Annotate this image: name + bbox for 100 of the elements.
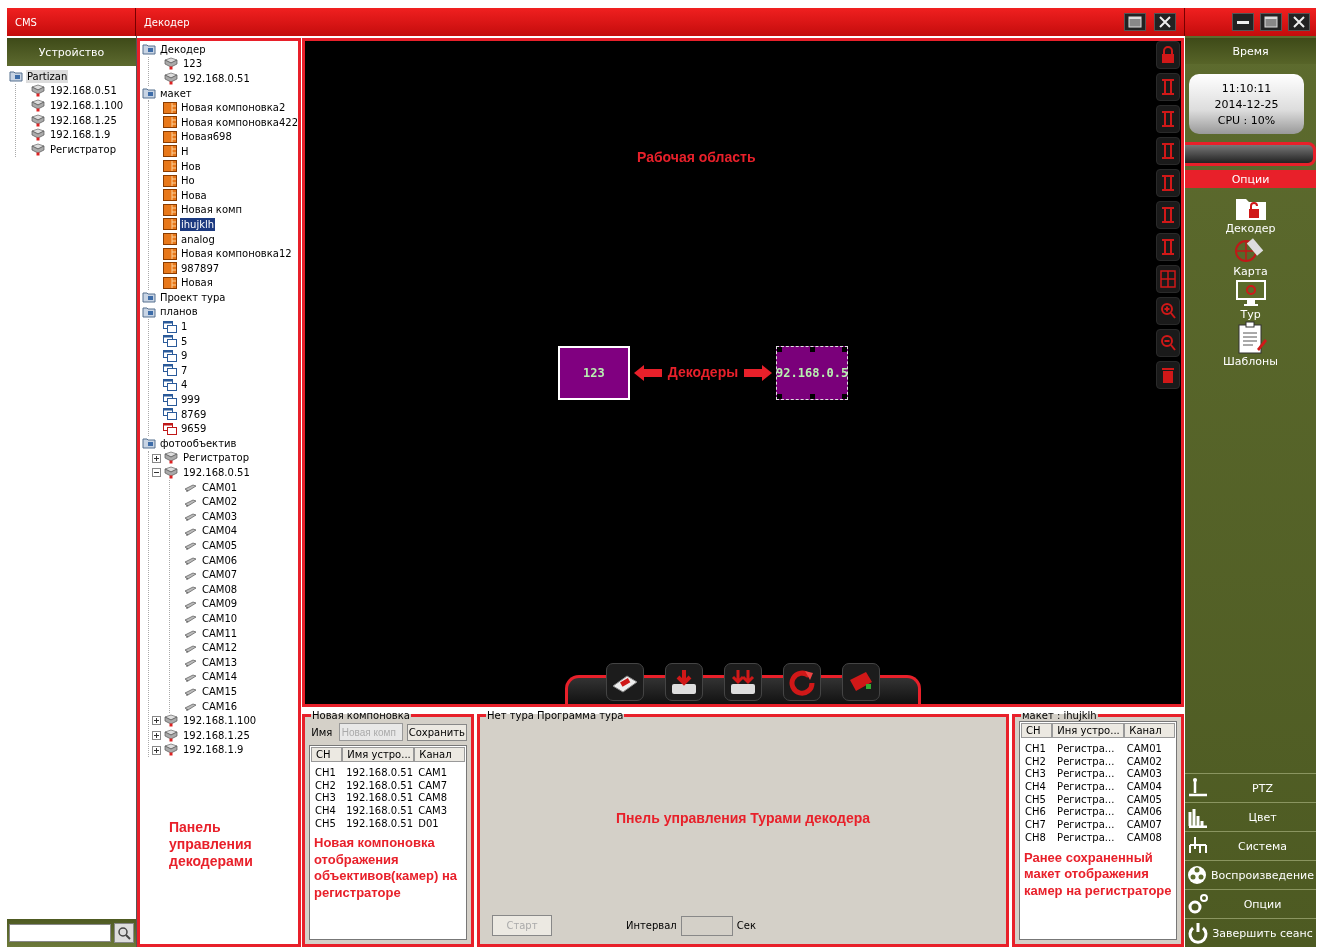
tree-item[interactable]: Регистратор	[49, 142, 118, 156]
tree-item[interactable]: 8769	[180, 407, 208, 421]
tree-item[interactable]: Новая698	[180, 130, 233, 144]
workspace-canvas[interactable]: Рабочая область 123 Декодеры 92.168.0.5	[302, 38, 1185, 707]
option-button[interactable]: Карта	[1232, 235, 1269, 278]
tree-item[interactable]: CAM07	[201, 568, 239, 582]
tree-item[interactable]: фотообъектив	[159, 436, 238, 450]
expand-icon[interactable]	[152, 730, 161, 740]
tree-item[interactable]: 9659	[180, 422, 208, 436]
save-button[interactable]: Сохранить	[406, 723, 467, 741]
tree-item[interactable]: Регистратор	[182, 451, 251, 465]
column-header[interactable]: Канал	[1124, 723, 1176, 738]
zoom-in-icon[interactable]	[1156, 297, 1181, 325]
decoder-tile[interactable]: 123	[557, 345, 630, 400]
double-download-icon[interactable]	[724, 663, 762, 701]
tree-item[interactable]: Partizan	[26, 69, 69, 83]
tree-item[interactable]: 192.168.0.51	[182, 466, 251, 479]
tree-item[interactable]: 123	[182, 57, 204, 71]
refresh-icon[interactable]	[783, 663, 821, 701]
name-field[interactable]: Новая комп	[338, 723, 403, 741]
tree-item[interactable]: CAM08	[201, 582, 239, 596]
tree-item[interactable]: 192.168.1.9	[182, 743, 245, 757]
tree-item[interactable]: 192.168.1.100	[49, 99, 125, 112]
tree-item[interactable]: CAM12	[201, 641, 239, 655]
tree-item[interactable]: Новая компоновка422	[180, 115, 300, 129]
menu-item[interactable]: PTZ	[1185, 773, 1316, 802]
tree-item[interactable]: 999	[180, 393, 202, 407]
tree-item[interactable]: Новая комп	[180, 203, 244, 217]
maximize-button[interactable]	[1124, 13, 1146, 31]
tree-item[interactable]: 1	[180, 320, 189, 334]
tree-item[interactable]: 9	[180, 349, 189, 363]
tree-item[interactable]: Проект тура	[159, 290, 227, 304]
expand-icon[interactable]	[152, 745, 161, 755]
tree-item[interactable]: Нов	[180, 159, 202, 173]
menu-item[interactable]: Завершить сеанс	[1185, 918, 1316, 947]
column-header[interactable]: Имя устро...	[342, 747, 415, 762]
menu-item[interactable]: Опции	[1185, 889, 1316, 918]
tree-item[interactable]: CAM09	[201, 597, 239, 611]
tree-item[interactable]: CAM03	[201, 509, 239, 523]
collapse-icon[interactable]	[152, 468, 161, 478]
column-header[interactable]: Канал	[414, 747, 465, 762]
computer-icon	[30, 99, 46, 112]
tree-item[interactable]: Новая	[180, 276, 214, 290]
interval-field[interactable]	[680, 915, 733, 936]
tree-item[interactable]: CAM14	[201, 670, 239, 684]
menu-item[interactable]: Цвет	[1185, 802, 1316, 831]
tree-item[interactable]: 5	[180, 334, 189, 348]
expand-icon[interactable]	[152, 453, 161, 463]
tree-item[interactable]: 192.168.0.51	[182, 72, 251, 85]
close-button[interactable]	[1288, 13, 1310, 31]
decoder-tile[interactable]: 92.168.0.5	[776, 345, 849, 400]
tree-item[interactable]: CAM06	[201, 553, 239, 567]
tree-item[interactable]: 4	[180, 378, 189, 392]
expand-icon[interactable]	[152, 716, 161, 726]
tree-item[interactable]: 192.168.1.100	[182, 714, 258, 728]
column-header[interactable]: Иня устро...	[1052, 723, 1125, 738]
download-icon[interactable]	[665, 663, 703, 701]
tree-item[interactable]: Но	[180, 174, 196, 188]
tree-item[interactable]: Нова	[180, 188, 208, 202]
tree-item[interactable]: ihujklh	[180, 217, 216, 231]
tree-item[interactable]: CAM16	[201, 699, 239, 713]
tree-item[interactable]: 192.168.1.9	[49, 128, 112, 142]
tree-item[interactable]: CAM11	[201, 626, 239, 640]
column-header[interactable]: CH	[311, 747, 343, 762]
tree-item[interactable]: 7	[180, 363, 189, 377]
menu-item[interactable]: Система	[1185, 831, 1316, 860]
tree-item[interactable]: макет	[159, 86, 193, 100]
tree-item[interactable]: 192.168.1.25	[49, 113, 118, 127]
tree-item[interactable]: Новая компоновка2	[180, 101, 287, 115]
search-field[interactable]	[9, 924, 111, 942]
tree-item[interactable]: CAM13	[201, 655, 239, 669]
window-icon	[163, 320, 177, 333]
tree-item[interactable]: CAM05	[201, 539, 239, 552]
tree-item[interactable]: Новая компоновка12	[180, 247, 293, 261]
minimize-button[interactable]	[1232, 13, 1254, 31]
tree-item[interactable]: analog	[180, 232, 216, 246]
maximize-button[interactable]	[1260, 13, 1282, 31]
tree-item[interactable]: CAM04	[201, 524, 239, 538]
option-button[interactable]: Декодер	[1225, 194, 1276, 235]
tree-item[interactable]: планов	[159, 305, 199, 319]
trash-icon[interactable]	[1156, 361, 1181, 389]
tree-item[interactable]: CAM02	[201, 495, 239, 509]
search-button[interactable]	[114, 923, 134, 943]
card-icon[interactable]	[606, 663, 644, 701]
close-button[interactable]	[1154, 13, 1176, 31]
column-header[interactable]: CH	[1021, 723, 1053, 738]
tree-item[interactable]: CAM01	[201, 480, 239, 494]
tree-item[interactable]: 192.168.0.51	[49, 84, 118, 98]
menu-item[interactable]: Воспроизведение	[1185, 860, 1316, 889]
tree-item[interactable]: CAM10	[201, 611, 239, 625]
zoom-out-icon[interactable]	[1156, 329, 1181, 357]
option-button[interactable]: Шаблоны	[1223, 321, 1278, 368]
lock-icon[interactable]	[1156, 41, 1181, 69]
tree-item[interactable]: Н	[180, 144, 190, 158]
tree-item[interactable]: 192.168.1.25	[182, 728, 251, 742]
option-button[interactable]: Тур	[1232, 278, 1269, 321]
tree-item[interactable]: 987897	[180, 261, 221, 275]
tree-item[interactable]: CAM15	[201, 684, 239, 698]
tree-item[interactable]: Декодер	[159, 42, 207, 56]
grid-icon[interactable]	[1156, 265, 1181, 293]
